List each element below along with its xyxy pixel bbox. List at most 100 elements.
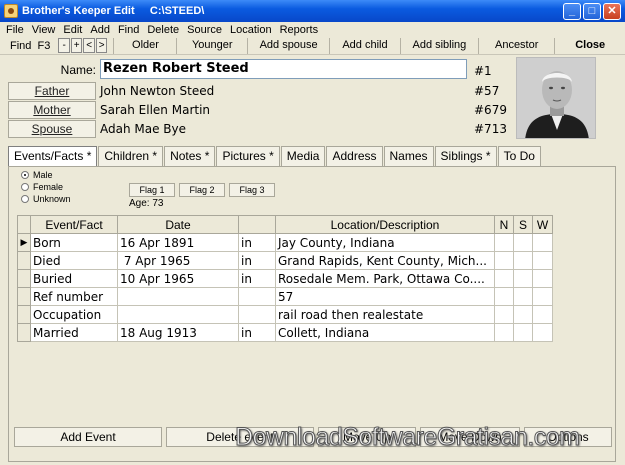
find-button[interactable]: Find F3 <box>10 40 50 52</box>
older-button[interactable]: Older <box>113 37 176 54</box>
tab-siblings[interactable]: Siblings * <box>434 146 497 166</box>
col-prep[interactable] <box>238 215 276 234</box>
prep-cell[interactable]: in <box>238 233 276 252</box>
row-selector[interactable] <box>17 305 31 324</box>
nav-plus-button[interactable]: + <box>70 38 83 53</box>
close-window-button[interactable]: ✕ <box>603 2 621 20</box>
row-selector[interactable] <box>17 269 31 288</box>
add-sibling-button[interactable]: Add sibling <box>399 37 478 54</box>
date-cell[interactable]: 18 Aug 1913 <box>117 323 239 342</box>
tab-address[interactable]: Address <box>326 146 383 166</box>
location-cell[interactable]: Jay County, Indiana <box>275 233 495 252</box>
table-row[interactable]: Ref number 57 <box>17 287 553 306</box>
table-row[interactable]: ▶ Born 16 Apr 1891 in Jay County, Indian… <box>17 233 553 252</box>
table-row[interactable]: Buried 10 Apr 1965 in Rosedale Mem. Park… <box>17 269 553 288</box>
menu-source[interactable]: Source <box>187 24 222 36</box>
menu-file[interactable]: File <box>6 24 24 36</box>
location-cell[interactable]: rail road then realestate <box>275 305 495 324</box>
n-cell[interactable] <box>494 269 514 288</box>
tab-children[interactable]: Children * <box>98 146 164 166</box>
location-cell[interactable]: Grand Rapids, Kent County, Mich... <box>275 251 495 270</box>
w-cell[interactable] <box>532 269 553 288</box>
prep-cell[interactable]: in <box>238 323 276 342</box>
flag-1-button[interactable]: Flag 1 <box>129 183 175 197</box>
flag-2-button[interactable]: Flag 2 <box>179 183 225 197</box>
table-row[interactable]: Married 18 Aug 1913 in Collett, Indiana <box>17 323 553 342</box>
tab-pictures[interactable]: Pictures * <box>216 146 280 166</box>
prep-cell[interactable] <box>238 287 276 306</box>
nav-next-button[interactable]: > <box>95 38 108 53</box>
n-cell[interactable] <box>494 323 514 342</box>
s-cell[interactable] <box>513 269 533 288</box>
event-cell[interactable]: Married <box>30 323 118 342</box>
sex-male-radio[interactable]: Male <box>21 170 53 180</box>
n-cell[interactable] <box>494 233 514 252</box>
row-selector[interactable] <box>17 323 31 342</box>
menu-edit[interactable]: Edit <box>63 24 82 36</box>
ancestor-button[interactable]: Ancestor <box>478 37 554 54</box>
event-cell[interactable]: Buried <box>30 269 118 288</box>
n-cell[interactable] <box>494 287 514 306</box>
add-child-button[interactable]: Add child <box>329 37 400 54</box>
tab-notes[interactable]: Notes * <box>164 146 216 166</box>
person-photo[interactable] <box>516 57 596 139</box>
s-cell[interactable] <box>513 305 533 324</box>
date-cell[interactable] <box>117 287 239 306</box>
w-cell[interactable] <box>532 305 553 324</box>
maximize-button[interactable]: □ <box>583 2 601 20</box>
table-row[interactable]: Died 7 Apr 1965 in Grand Rapids, Kent Co… <box>17 251 553 270</box>
event-cell[interactable]: Occupation <box>30 305 118 324</box>
sex-female-radio[interactable]: Female <box>21 182 63 192</box>
father-button[interactable]: Father <box>8 82 96 100</box>
location-cell[interactable]: Rosedale Mem. Park, Ottawa Co.... <box>275 269 495 288</box>
col-event-fact[interactable]: Event/Fact <box>30 215 118 234</box>
s-cell[interactable] <box>513 323 533 342</box>
flag-3-button[interactable]: Flag 3 <box>229 183 275 197</box>
spouse-button[interactable]: Spouse <box>8 120 96 138</box>
prep-cell[interactable]: in <box>238 269 276 288</box>
add-event-button[interactable]: Add Event <box>14 427 162 447</box>
nav-minus-button[interactable]: - <box>58 38 70 53</box>
location-cell[interactable]: Collett, Indiana <box>275 323 495 342</box>
n-cell[interactable] <box>494 305 514 324</box>
tab-media[interactable]: Media <box>280 146 326 166</box>
w-cell[interactable] <box>532 233 553 252</box>
n-cell[interactable] <box>494 251 514 270</box>
menu-reports[interactable]: Reports <box>280 24 319 36</box>
name-field[interactable]: Rezen Robert Steed <box>100 59 467 79</box>
table-row[interactable]: Occupation rail road then realestate <box>17 305 553 324</box>
row-selector[interactable] <box>17 251 31 270</box>
date-cell[interactable]: 7 Apr 1965 <box>117 251 239 270</box>
s-cell[interactable] <box>513 251 533 270</box>
w-cell[interactable] <box>532 323 553 342</box>
date-cell[interactable]: 16 Apr 1891 <box>117 233 239 252</box>
s-cell[interactable] <box>513 287 533 306</box>
date-cell[interactable]: 10 Apr 1965 <box>117 269 239 288</box>
row-selector[interactable] <box>17 287 31 306</box>
nav-prev-button[interactable]: < <box>83 38 95 53</box>
tab-names[interactable]: Names <box>383 146 434 166</box>
close-button[interactable]: Close <box>554 37 625 54</box>
col-n[interactable]: N <box>494 215 514 234</box>
sex-unknown-radio[interactable]: Unknown <box>21 194 71 204</box>
tab-to-do[interactable]: To Do <box>497 146 541 166</box>
menu-delete[interactable]: Delete <box>147 24 179 36</box>
date-cell[interactable] <box>117 305 239 324</box>
menu-find[interactable]: Find <box>118 24 139 36</box>
event-cell[interactable]: Born <box>30 233 118 252</box>
younger-button[interactable]: Younger <box>176 37 247 54</box>
location-cell[interactable]: 57 <box>275 287 495 306</box>
add-spouse-button[interactable]: Add spouse <box>247 37 329 54</box>
menu-view[interactable]: View <box>32 24 56 36</box>
col-s[interactable]: S <box>513 215 533 234</box>
w-cell[interactable] <box>532 251 553 270</box>
mother-button[interactable]: Mother <box>8 101 96 119</box>
w-cell[interactable] <box>532 287 553 306</box>
menu-add[interactable]: Add <box>90 24 110 36</box>
minimize-button[interactable]: _ <box>563 2 581 20</box>
prep-cell[interactable]: in <box>238 251 276 270</box>
menu-location[interactable]: Location <box>230 24 272 36</box>
col-w[interactable]: W <box>532 215 553 234</box>
s-cell[interactable] <box>513 233 533 252</box>
col-location-description[interactable]: Location/Description <box>275 215 495 234</box>
